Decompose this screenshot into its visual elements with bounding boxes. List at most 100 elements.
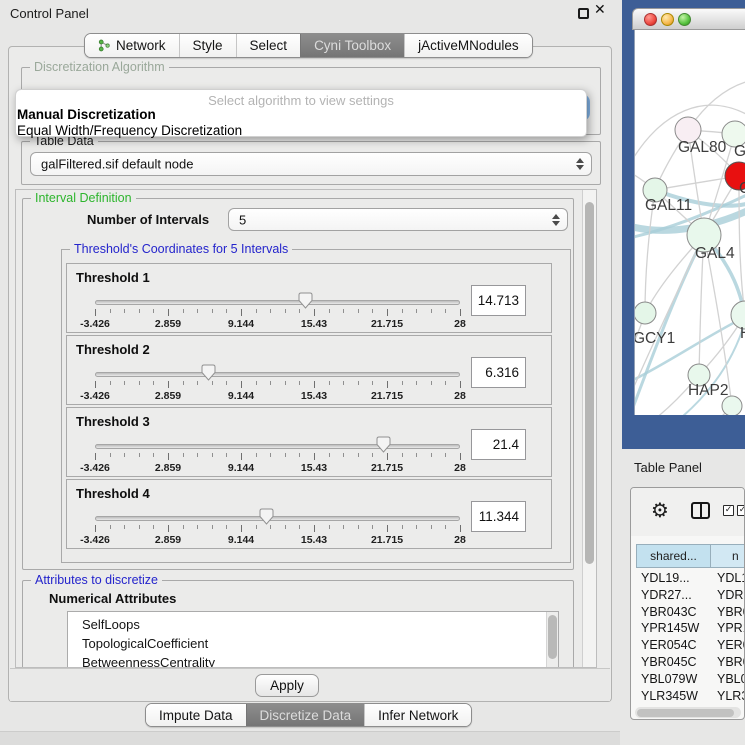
cell-name: YBR0 (717, 605, 745, 619)
table-row[interactable]: YBR043C YBR0 (636, 605, 745, 622)
zoom-traffic-light-icon[interactable] (678, 13, 691, 26)
gear-icon[interactable]: ⚙ (651, 498, 669, 522)
tab-label: jActiveMNodules (418, 38, 519, 53)
table-row[interactable]: YBL079WYBL0 (636, 672, 745, 689)
network-canvas[interactable]: GAL80G.CGAL11GAL4GCY1HHAP2 (634, 30, 745, 415)
table-row[interactable]: YER054CYER0 (636, 638, 745, 655)
slider-track[interactable] (95, 444, 460, 449)
table-panel: ⚙ ✓ ✓ shared... n YDL19...YDL1YDR27...YD… (630, 487, 745, 720)
cell-name: YDR2 (717, 588, 745, 602)
slider-ticks (95, 381, 460, 389)
bottom-strip (0, 731, 620, 745)
threshold-value-field[interactable]: 21.4 (471, 429, 526, 460)
algorithm-group-title: Discretization Algorithm (30, 60, 169, 74)
slider-tick-labels: -3.4262.8599.14415.4321.71528 (95, 534, 460, 546)
network-graph: GAL80G.CGAL11GAL4GCY1HHAP2 (635, 30, 745, 415)
tab-discretize-data[interactable]: Discretize Data (246, 704, 365, 726)
cell-shared-name: YDR27... (641, 588, 692, 602)
list-scrollbar[interactable] (546, 612, 558, 668)
table-row[interactable]: YLR345WYLR3 (636, 689, 745, 706)
table-row[interactable]: YIL052CYIL0 (636, 705, 745, 706)
threshold-label: Threshold 4 (76, 486, 150, 501)
dropdown-option-equal-width-frequency[interactable]: Equal Width/Frequency Discretization (17, 123, 242, 138)
slider-thumb[interactable] (298, 292, 313, 309)
threshold-row: Threshold 4 -3.4262.8599.14415.4321.71528… (66, 479, 552, 549)
cyni-toolbox-panel: Discretization Algorithm Select algorith… (8, 46, 612, 702)
network-node-label: C (739, 180, 745, 197)
tab-label: Select (250, 38, 288, 53)
network-node[interactable] (635, 302, 656, 324)
tab-cyni-toolbox[interactable]: Cyni Toolbox (300, 34, 404, 57)
numerical-attributes-list: SelfLoopsTopologicalCoefficientBetweenne… (67, 611, 559, 668)
table-row[interactable]: YPR145WYPR1 (636, 621, 745, 638)
slider-tick-labels: -3.4262.8599.14415.4321.71528 (95, 318, 460, 330)
table-rows: YDL19... YDL1 YDR27... YDR2 YBR043C YBR0 YPR14… (636, 571, 745, 706)
columns-icon[interactable] (691, 502, 710, 519)
tab-style[interactable]: Style (179, 34, 236, 57)
dropdown-prompt[interactable]: Select algorithm to view settings (16, 93, 586, 108)
attribute-list-item[interactable]: SelfLoops (68, 612, 558, 634)
network-node-label: GAL11 (645, 197, 692, 214)
cell-name: YER0 (717, 638, 745, 652)
list-scrollbar-thumb[interactable] (548, 615, 557, 659)
slider-tick-labels: -3.4262.8599.14415.4321.71528 (95, 390, 460, 402)
network-node-label: HAP2 (688, 382, 729, 399)
tab-select[interactable]: Select (236, 34, 301, 57)
tab-impute-data[interactable]: Impute Data (146, 704, 246, 726)
threshold-value-field[interactable]: 6.316 (471, 357, 526, 388)
close-traffic-light-icon[interactable] (644, 13, 657, 26)
slider-ticks (95, 525, 460, 533)
slider-tick-labels: -3.4262.8599.14415.4321.71528 (95, 462, 460, 474)
cell-name: YBR0 (717, 655, 745, 669)
slider-track[interactable] (95, 372, 460, 377)
table-data-combo[interactable]: galFiltered.sif default node (30, 152, 592, 176)
minimize-traffic-light-icon[interactable] (661, 13, 674, 26)
float-window-icon[interactable] (578, 8, 589, 19)
threshold-value-field[interactable]: 14.713 (471, 285, 526, 316)
threshold-row: Threshold 3-3.4262.8599.14415.4321.71528… (66, 407, 552, 477)
slider-thumb[interactable] (201, 364, 216, 381)
cell-name: YDL1 (717, 571, 745, 585)
cell-shared-name: YDL19... (641, 571, 690, 585)
table-row[interactable]: YBR045C YBR0 (636, 655, 745, 672)
tab-jactivemnodules[interactable]: jActiveMNodules (404, 34, 532, 57)
tab-label: Style (193, 38, 223, 53)
column-header-name[interactable]: n (711, 544, 745, 568)
slider-thumb[interactable] (259, 508, 274, 525)
slider-ticks (95, 453, 460, 461)
slider-track[interactable] (95, 516, 460, 521)
cell-shared-name: YBR043C (641, 605, 697, 619)
threshold-value-field[interactable]: 11.344 (471, 501, 526, 532)
cell-shared-name: YBR045C (641, 655, 697, 669)
cell-shared-name: YPR145W (641, 621, 699, 635)
attribute-list-item[interactable]: TopologicalCoefficient (68, 634, 558, 653)
slider-track[interactable] (95, 300, 460, 305)
panel-title: Control Panel (10, 6, 89, 21)
table-row[interactable]: YDL19... YDL1 (636, 571, 745, 588)
table-row[interactable]: YDR27... YDR2 (636, 588, 745, 605)
tab-infer-network[interactable]: Infer Network (364, 704, 471, 726)
apply-button[interactable]: Apply (255, 674, 319, 697)
select-all-checkbox-icon[interactable]: ✓ (723, 505, 734, 516)
vertical-scrollbar[interactable] (582, 190, 596, 667)
number-of-intervals-value: 5 (239, 212, 246, 227)
horizontal-scrollbar[interactable] (635, 707, 741, 718)
column-header-shared-name[interactable]: shared... (636, 544, 711, 568)
algorithm-dropdown-popup: Select algorithm to view settings Manual… (15, 89, 587, 137)
attribute-list-item[interactable]: BetweennessCentrality (68, 653, 558, 668)
slider-thumb[interactable] (376, 436, 391, 453)
network-window-titlebar[interactable] (632, 8, 745, 30)
number-of-intervals-label: Number of Intervals (87, 212, 209, 227)
bottom-tabbar: Impute Data Discretize Data Infer Network (145, 703, 472, 727)
threshold-row: Threshold 2-3.4262.8599.14415.4321.71528… (66, 335, 552, 405)
vertical-scrollbar-thumb[interactable] (585, 202, 594, 564)
slider-ticks (95, 309, 460, 317)
close-icon[interactable]: ✕ (594, 2, 606, 18)
select-none-checkbox-icon[interactable]: ✓ (737, 505, 745, 516)
tab-network[interactable]: Network (85, 34, 179, 57)
network-node-label: G. (734, 143, 745, 160)
horizontal-scrollbar-thumb[interactable] (637, 709, 734, 717)
tab-label: Discretize Data (260, 708, 352, 723)
dropdown-option-manual-discretization[interactable]: Manual Discretization (17, 107, 156, 122)
number-of-intervals-combo[interactable]: 5 (228, 208, 568, 231)
